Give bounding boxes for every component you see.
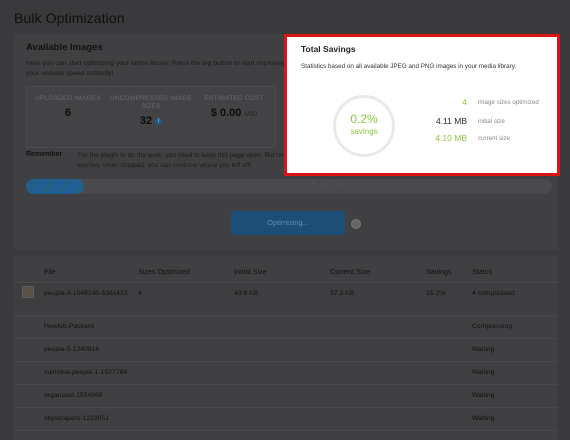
status: Waiting <box>472 346 495 353</box>
savings-ring: 0.2% savings <box>333 95 395 157</box>
spinner-icon <box>351 219 361 229</box>
file-name: organized-1534869 <box>44 392 103 399</box>
progress-text: 1 / 6 (17%) <box>296 182 348 188</box>
metric-initial-size: 4.11 MB initial size <box>425 116 555 128</box>
initial-size: 43.9 KB <box>234 290 259 297</box>
table-row: people-5-1240616 Waiting <box>14 339 558 362</box>
file-name: Hewlett-Packard <box>44 323 94 330</box>
column-header-file: File <box>44 267 56 276</box>
savings-percent: 0.2% <box>350 112 378 126</box>
savings-label: savings <box>350 127 378 136</box>
stat-label: UPLOADED IMAGES <box>35 95 101 102</box>
status: 4 compressed <box>472 290 515 297</box>
total-savings-panel: Total Savings Statistics based on all av… <box>284 34 560 176</box>
total-savings-title: Total Savings <box>301 44 356 54</box>
status: Compressing <box>472 323 513 330</box>
stat-label: ESTIMATED COST <box>204 95 264 102</box>
metric-current-size: 4.10 MB current size <box>425 133 555 145</box>
optimize-button[interactable]: Optimizing... <box>231 211 345 235</box>
file-name: people-4-1548140-638x413 <box>44 290 128 297</box>
status: Waiting <box>472 392 495 399</box>
status: Waiting <box>472 415 495 422</box>
file-name: sulmona-people-1-1527784 <box>44 369 128 376</box>
table-row: skyscrapers-1219051 Waiting <box>14 408 558 431</box>
column-header-current-size: Current Size <box>330 267 370 276</box>
page-title: Bulk Optimization <box>14 10 125 26</box>
table-row: people-4-1548140-638x413 4 43.9 KB 37.2 … <box>14 283 558 316</box>
stat-uncompressed-sizes: UNCOMPRESSED IMAGE SIZES 32 i <box>110 95 192 127</box>
stat-value: $ 0.00 USD <box>193 107 275 119</box>
stat-value-number: $ 0.00 <box>210 107 242 119</box>
total-savings-description: Statistics based on all available JPEG a… <box>301 63 517 70</box>
remember-label: Remember <box>26 151 63 158</box>
stat-value-number: 32 <box>139 115 153 127</box>
sizes-optimized: 4 <box>138 290 142 297</box>
stat-uploaded-images: UPLOADED IMAGES 6 <box>27 95 109 119</box>
file-name: people-5-1240616 <box>44 346 100 353</box>
stats-box: UPLOADED IMAGES 6 UNCOMPRESSED IMAGE SIZ… <box>26 86 276 148</box>
image-thumbnail <box>22 286 34 298</box>
available-images-description: Here you can start optimizing your entir… <box>26 60 287 77</box>
remember-text: For the plugin to do the work, you need … <box>78 152 284 169</box>
progress-fill <box>26 179 84 194</box>
stat-value: 6 <box>64 107 72 119</box>
stat-estimated-cost: ESTIMATED COST $ 0.00 USD <box>193 95 275 119</box>
table-row: organized-1534869 Waiting <box>14 385 558 408</box>
metric-value: 4 <box>462 97 467 107</box>
column-header-savings: Savings <box>426 267 452 276</box>
column-header-sizes-optimized: Sizes Optimized <box>138 267 190 276</box>
available-images-section: Available Images Here you can start opti… <box>26 42 288 78</box>
metric-label: image sizes optimized <box>478 99 539 106</box>
metric-sizes-optimized: 4 image sizes optimized <box>425 97 555 109</box>
results-table: File Sizes Optimized Initial Size Curren… <box>14 256 558 440</box>
metric-value: 4.11 MB <box>435 116 467 126</box>
status: Waiting <box>472 369 495 376</box>
stat-unit: USD <box>244 112 258 118</box>
metric-value: 4.10 MB <box>435 133 467 143</box>
file-name: skyscrapers-1219051 <box>44 415 109 422</box>
available-images-title: Available Images <box>26 42 103 53</box>
info-icon[interactable]: i <box>155 118 163 125</box>
table-row: sulmona-people-1-1527784 Waiting <box>14 362 558 385</box>
metric-label: current size <box>478 135 510 142</box>
column-header-initial-size: Initial Size <box>234 267 267 276</box>
current-size: 37.2 KB <box>330 290 355 297</box>
metric-label: initial size <box>478 118 505 125</box>
savings: 15.2% <box>426 290 446 297</box>
stat-value: 32 i <box>110 115 192 127</box>
table-header: File Sizes Optimized Initial Size Curren… <box>14 256 558 283</box>
column-header-status: Status <box>472 267 493 276</box>
progress-bar: 1 / 6 (17%) <box>26 179 552 194</box>
table-row: Hewlett-Packard Compressing <box>14 316 558 339</box>
stat-label: UNCOMPRESSED IMAGE SIZES <box>110 95 192 110</box>
